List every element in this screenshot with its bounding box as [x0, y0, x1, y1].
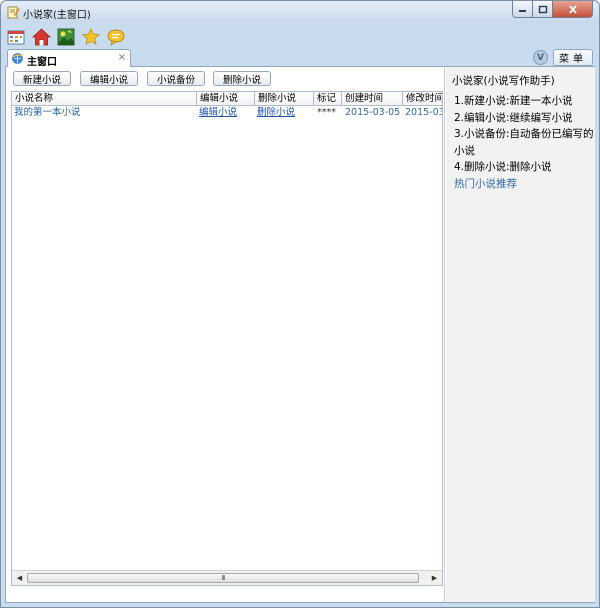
window-controls — [512, 1, 593, 18]
tab-strip: 主窗口 × V 菜单 — [5, 49, 595, 68]
help-line-new: 1.新建小说:新建一本小说 — [454, 95, 573, 107]
novel-list-pane: 新建小说 编辑小说 小说备份 删除小说 小说名称 编辑小说 删除小说 标记 创建… — [6, 67, 445, 602]
scroll-left-icon[interactable]: ◀ — [13, 572, 26, 584]
action-buttons: 新建小说 编辑小说 小说备份 删除小说 — [13, 71, 271, 86]
title-bar[interactable]: 小说家(主窗口) — [1, 1, 599, 23]
backup-novel-button[interactable]: 小说备份 — [147, 71, 205, 86]
help-line-edit: 2.编辑小说:继续编写小说 — [454, 111, 573, 124]
popular-novels-link[interactable]: 热门小说推荐 — [454, 176, 594, 193]
modified-time-cell: 2015-03-0 — [405, 107, 442, 118]
created-time-cell: 2015-03-05 10 — [345, 107, 403, 118]
maximize-icon — [538, 5, 547, 13]
menu-button[interactable]: 菜单 — [553, 49, 593, 66]
close-button[interactable] — [553, 1, 593, 18]
column-header-delete[interactable]: 删除小说 — [255, 92, 314, 106]
picture-icon[interactable] — [56, 27, 76, 47]
tab-main-window[interactable]: 主窗口 × — [7, 49, 131, 68]
table-header: 小说名称 编辑小说 删除小说 标记 创建时间 修改时间 — [12, 92, 442, 106]
app-notepad-icon — [6, 5, 20, 19]
help-line-backup: 3.小说备份:自动备份已编写的小说 — [454, 128, 594, 157]
app-window: 小说家(主窗口) 主窗口 × V 菜单 新建小说 编辑小说 小说备份 删除小说 … — [0, 0, 600, 608]
new-novel-button[interactable]: 新建小说 — [13, 71, 71, 86]
novel-table: 小说名称 编辑小说 删除小说 标记 创建时间 修改时间 我的第一本小说 编辑小说… — [11, 91, 443, 586]
novel-name-cell[interactable]: 我的第一本小说 — [12, 106, 197, 120]
tab-main-window-label: 主窗口 — [27, 57, 57, 68]
toolbar — [6, 26, 126, 48]
close-icon — [568, 4, 577, 14]
column-header-edit[interactable]: 编辑小说 — [197, 92, 255, 106]
edit-novel-button[interactable]: 编辑小说 — [80, 71, 138, 86]
star-icon[interactable] — [81, 27, 101, 47]
column-header-mark[interactable]: 标记 — [314, 92, 342, 106]
delete-novel-button[interactable]: 删除小说 — [213, 71, 271, 86]
help-title: 小说家(小说写作助手) — [452, 75, 555, 87]
calendar-icon[interactable] — [6, 27, 26, 47]
help-body: 1.新建小说:新建一本小说 2.编辑小说:继续编写小说 3.小说备份:自动备份已… — [454, 93, 594, 192]
scroll-right-icon[interactable]: ▶ — [428, 572, 441, 584]
home-icon[interactable] — [31, 27, 51, 47]
table-row[interactable]: 我的第一本小说 编辑小说 删除小说 **** 2015-03-05 10 201… — [12, 106, 442, 120]
column-header-name[interactable]: 小说名称 — [12, 92, 197, 106]
maximize-button[interactable] — [533, 1, 553, 18]
column-header-created[interactable]: 创建时间 — [342, 92, 403, 106]
window-title: 小说家(主窗口) — [23, 10, 91, 21]
mark-cell: **** — [317, 107, 336, 118]
delete-novel-link[interactable]: 删除小说 — [255, 106, 314, 120]
minimize-button[interactable] — [512, 1, 533, 18]
horizontal-scrollbar[interactable]: ◀ III ▶ — [12, 570, 442, 585]
help-pane: 小说家(小说写作助手) 1.新建小说:新建一本小说 2.编辑小说:继续编写小说 … — [446, 67, 595, 602]
help-line-delete: 4.删除小说:删除小说 — [454, 161, 552, 173]
version-button[interactable]: V — [533, 50, 548, 65]
main-content: 新建小说 编辑小说 小说备份 删除小说 小说名称 编辑小说 删除小说 标记 创建… — [5, 67, 595, 603]
column-header-modified[interactable]: 修改时间 — [403, 92, 442, 106]
chat-bubble-icon[interactable] — [106, 27, 126, 47]
minimize-icon — [518, 10, 526, 12]
browser-globe-icon — [12, 53, 23, 64]
edit-novel-link[interactable]: 编辑小说 — [197, 106, 255, 120]
tab-close-icon[interactable]: × — [118, 52, 126, 63]
scroll-thumb[interactable]: III — [27, 573, 419, 583]
